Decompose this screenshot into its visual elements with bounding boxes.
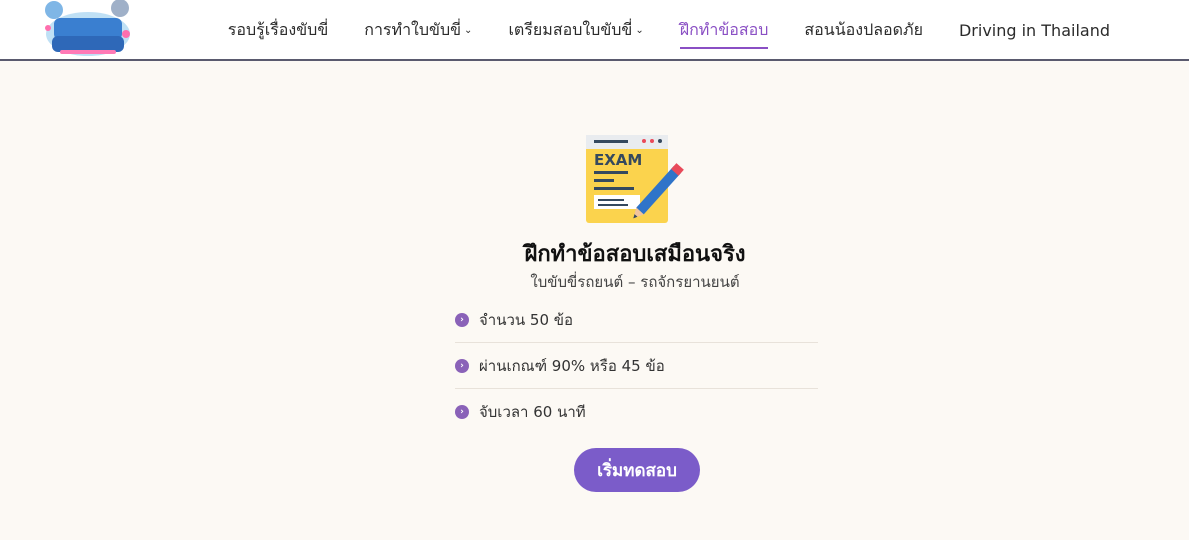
nav-item-driving-knowledge[interactable]: รอบรู้เรื่องขับขี่: [228, 18, 328, 49]
exam-paper-pencil-icon: EXAM: [584, 133, 688, 225]
chevron-right-circle-icon: ›: [455, 358, 469, 373]
nav-item-teach-kids-safety[interactable]: สอนน้องปลอดภัย: [804, 18, 923, 49]
chevron-down-icon: ⌄: [635, 25, 644, 36]
page-subtitle: ใบขับขี่รถยนต์ – รถจักรยานยนต์: [530, 273, 740, 291]
main-nav: รอบรู้เรื่องขับขี่ การทำใบขับขี่ ⌄ เตรียม…: [192, 18, 1110, 49]
nav-item-exam-prep[interactable]: เตรียมสอบใบขับขี่ ⌄: [508, 18, 643, 49]
page-title: ฝึกทำข้อสอบเสมือนจริง: [524, 242, 746, 267]
logo-image: [45, 0, 130, 56]
nav-item-practice-exam[interactable]: ฝึกทำข้อสอบ: [679, 18, 768, 49]
nav-item-driving-in-thailand[interactable]: Driving in Thailand: [959, 21, 1110, 46]
list-item: › ผ่านเกณฑ์ 90% หรือ 45 ข้อ: [455, 343, 818, 389]
list-item: › จับเวลา 60 นาที: [455, 389, 818, 434]
site-header: รอบรู้เรื่องขับขี่ การทำใบขับขี่ ⌄ เตรียม…: [0, 0, 1189, 61]
chevron-right-circle-icon: ›: [455, 404, 469, 419]
exam-details-list: › จำนวน 50 ข้อ › ผ่านเกณฑ์ 90% หรือ 45 ข้อ…: [455, 297, 818, 434]
list-item: › จำนวน 50 ข้อ: [455, 297, 818, 343]
start-test-button[interactable]: เริ่มทดสอบ: [574, 448, 700, 492]
chevron-right-circle-icon: ›: [455, 312, 469, 327]
site-logo[interactable]: [40, 0, 136, 60]
svg-text:EXAM: EXAM: [594, 151, 642, 169]
nav-item-license-process[interactable]: การทำใบขับขี่ ⌄: [364, 18, 472, 49]
chevron-down-icon: ⌄: [464, 25, 473, 36]
